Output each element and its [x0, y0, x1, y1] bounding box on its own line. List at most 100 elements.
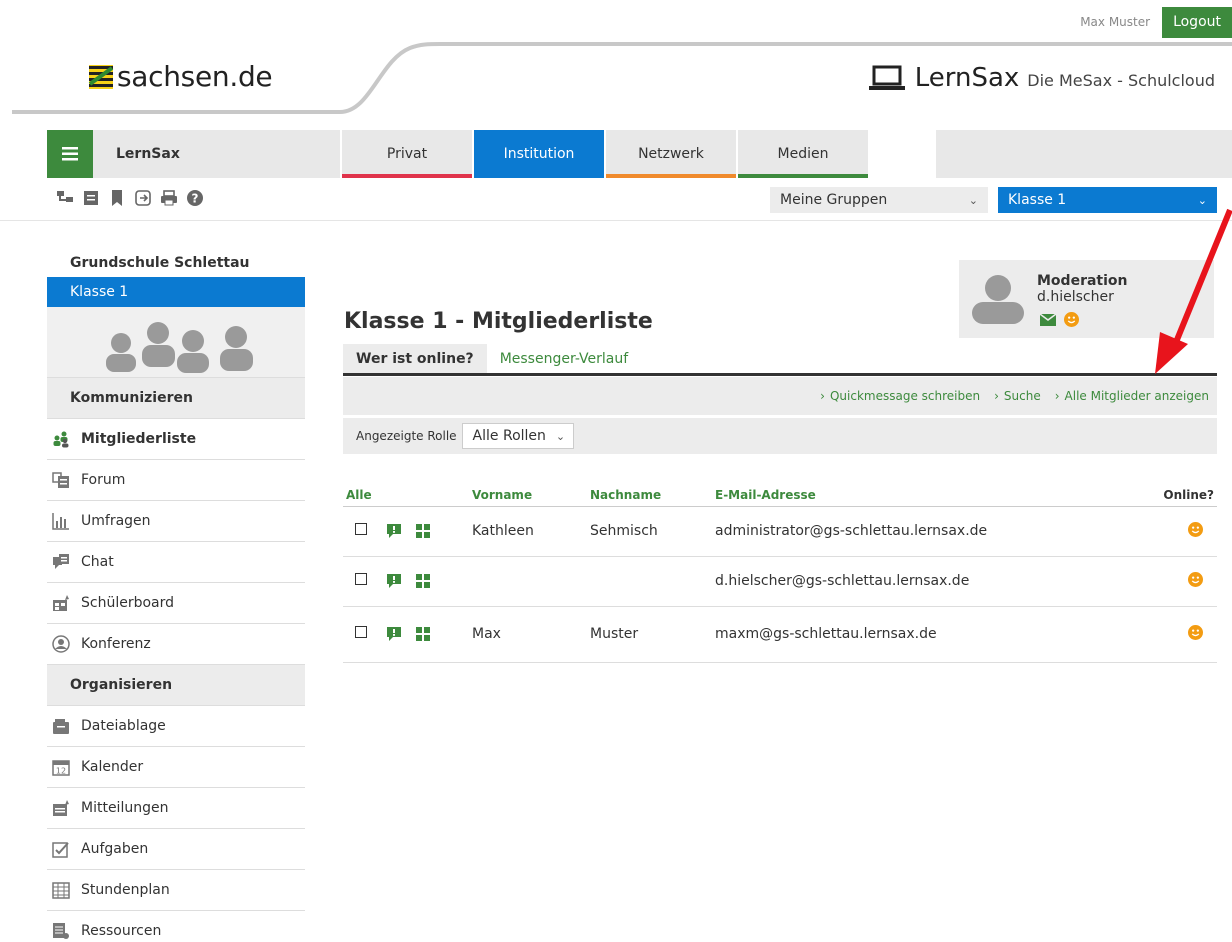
- row-checkbox[interactable]: [355, 626, 367, 638]
- lastname-cell: Muster: [587, 606, 712, 663]
- nav-tab-netzwerk[interactable]: Netzwerk: [606, 130, 736, 178]
- row-checkbox[interactable]: [355, 523, 367, 535]
- sidebar-item-konferenz[interactable]: Konferenz: [47, 623, 305, 664]
- class-select[interactable]: Klasse 1 ⌄: [998, 187, 1217, 213]
- calendar-icon: 12: [52, 760, 70, 776]
- sidebar-item-label: Mitteilungen: [81, 800, 169, 816]
- moderation-user: d.hielscher: [1037, 289, 1114, 305]
- group-people-icon: [106, 322, 253, 373]
- quickmessage-link[interactable]: › Quickmessage schreiben: [820, 389, 980, 403]
- nav-tab-medien[interactable]: Medien: [738, 130, 868, 178]
- action-bar: › Quickmessage schreiben › Suche › Alle Mit…: [343, 377, 1217, 415]
- sachsen-crest-icon: [88, 64, 114, 89]
- nav-filler: [936, 130, 1232, 178]
- mail-icon[interactable]: [1040, 313, 1056, 326]
- chevron-down-icon: ⌄: [968, 193, 978, 207]
- sidebar-item-mitteilungen[interactable]: Mitteilungen: [47, 787, 305, 828]
- sidebar-active-group[interactable]: Klasse 1: [47, 277, 305, 307]
- message-icon[interactable]: [386, 626, 402, 642]
- folder-icon: [53, 719, 69, 734]
- table-row: Kathleen Sehmisch administrator@gs-schlett…: [343, 506, 1217, 557]
- notes-icon[interactable]: [82, 189, 100, 207]
- print-icon[interactable]: [160, 189, 178, 207]
- username: Max Muster: [1080, 15, 1151, 29]
- group-select[interactable]: Meine Gruppen ⌄: [770, 187, 988, 213]
- search-label: Suche: [1003, 389, 1041, 403]
- export-icon[interactable]: [134, 189, 152, 207]
- grid-icon[interactable]: [416, 574, 430, 588]
- sidebar-item-forum[interactable]: Forum: [47, 459, 305, 500]
- sidebar-item-umfragen[interactable]: Umfragen: [47, 500, 305, 541]
- grid-icon[interactable]: [416, 627, 430, 641]
- nav-tab-privat[interactable]: Privat: [342, 130, 472, 178]
- email-header[interactable]: E-Mail-Adresse: [712, 485, 1157, 507]
- sidebar-item-ressourcen[interactable]: Ressourcen: [47, 910, 305, 942]
- hamburger-menu-button[interactable]: [47, 130, 93, 178]
- subtabs: Wer ist online? Messenger-Verlauf: [343, 344, 1217, 376]
- sidebar-item-label: Mitgliederliste: [81, 431, 197, 447]
- quickmessage-label: Quickmessage schreiben: [829, 389, 981, 403]
- page-title: Klasse 1 - Mitgliederliste: [344, 309, 653, 334]
- row-select-cell: [343, 556, 376, 607]
- online-cell: [1157, 556, 1217, 607]
- notice-icon: [53, 800, 69, 816]
- sachsen-logo[interactable]: sachsen.de: [88, 60, 273, 93]
- email-cell[interactable]: administrator@gs-schlettau.lernsax.de: [712, 506, 1157, 557]
- online-cell: [1157, 506, 1217, 557]
- sidebar-item-label: Schülerboard: [81, 595, 175, 611]
- nav-brand-label: LernSax: [116, 146, 180, 162]
- nav-tab-institution[interactable]: Institution: [474, 130, 604, 178]
- lastname-cell: [587, 556, 712, 607]
- sidebar-item-label: Umfragen: [81, 513, 151, 529]
- tab-wer-ist-online[interactable]: Wer ist online?: [343, 344, 487, 373]
- sidebar-item-aufgaben[interactable]: Aufgaben: [47, 828, 305, 869]
- main-nav: LernSax Privat Institution Netzwerk Medien: [0, 130, 1232, 178]
- lernsax-brand: LernSax: [914, 63, 1020, 93]
- sidebar-item-mitgliederliste[interactable]: Mitgliederliste: [47, 418, 305, 459]
- firstname-cell: Max: [469, 606, 587, 663]
- bookmark-icon[interactable]: [108, 189, 126, 207]
- online-header: Online?: [1157, 485, 1217, 507]
- message-icon[interactable]: [386, 573, 402, 589]
- lastname-header[interactable]: Nachname: [587, 485, 712, 507]
- role-select[interactable]: Alle Rollen ⌄: [461, 423, 575, 449]
- online-status-icon: [1064, 312, 1079, 327]
- resources-icon: [53, 923, 69, 939]
- search-link[interactable]: › Suche: [994, 389, 1041, 403]
- sidebar-item-dateiablage[interactable]: Dateiablage: [47, 705, 305, 746]
- group-select-value: Meine Gruppen: [780, 192, 888, 208]
- grid-icon[interactable]: [416, 524, 430, 538]
- members-table: Alle Vorname Nachname E-Mail-Adresse Onl…: [343, 485, 1217, 663]
- sidebar-item-chat[interactable]: Chat: [47, 541, 305, 582]
- toolbar-divider: [0, 220, 1232, 221]
- message-icon[interactable]: [386, 523, 402, 539]
- row-select-cell: [343, 606, 376, 663]
- members-icon: [53, 431, 69, 448]
- sidebar-item-kalender[interactable]: 12 Kalender: [47, 746, 305, 787]
- online-status-icon: [1188, 521, 1203, 537]
- table-header-row: Alle Vorname Nachname E-Mail-Adresse Onl…: [343, 485, 1217, 507]
- task-icon: [52, 842, 69, 858]
- chevron-down-icon: ⌄: [555, 429, 566, 443]
- sitemap-icon[interactable]: [56, 189, 74, 207]
- sidebar-item-label: Dateiablage: [81, 718, 166, 734]
- lernsax-logo[interactable]: LernSax Die MeSax - Schulcloud: [868, 63, 1215, 93]
- forum-icon: [52, 472, 69, 488]
- show-all-members-link[interactable]: › Alle Mitglieder anzeigen: [1055, 389, 1209, 403]
- sidebar-item-label: Aufgaben: [81, 841, 149, 857]
- email-cell[interactable]: d.hielscher@gs-schlettau.lernsax.de: [712, 556, 1157, 607]
- svg-text:12: 12: [56, 767, 66, 776]
- email-cell[interactable]: maxm@gs-schlettau.lernsax.de: [712, 606, 1157, 663]
- row-checkbox[interactable]: [355, 573, 367, 585]
- tab-messenger-verlauf[interactable]: Messenger-Verlauf: [487, 344, 642, 373]
- help-icon[interactable]: ?: [186, 189, 204, 207]
- school-name: Grundschule Schlettau: [70, 255, 250, 271]
- row-actions-cell: [376, 556, 469, 607]
- chevron-right-icon: ›: [994, 389, 999, 403]
- firstname-header[interactable]: Vorname: [469, 485, 587, 507]
- sidebar-item-label: Forum: [81, 472, 126, 488]
- show-all-members-label: Alle Mitglieder anzeigen: [1064, 389, 1209, 403]
- select-all-header[interactable]: Alle: [343, 485, 376, 507]
- sidebar-item-stundenplan[interactable]: Stundenplan: [47, 869, 305, 910]
- sidebar-item-schülerboard[interactable]: Schülerboard: [47, 582, 305, 623]
